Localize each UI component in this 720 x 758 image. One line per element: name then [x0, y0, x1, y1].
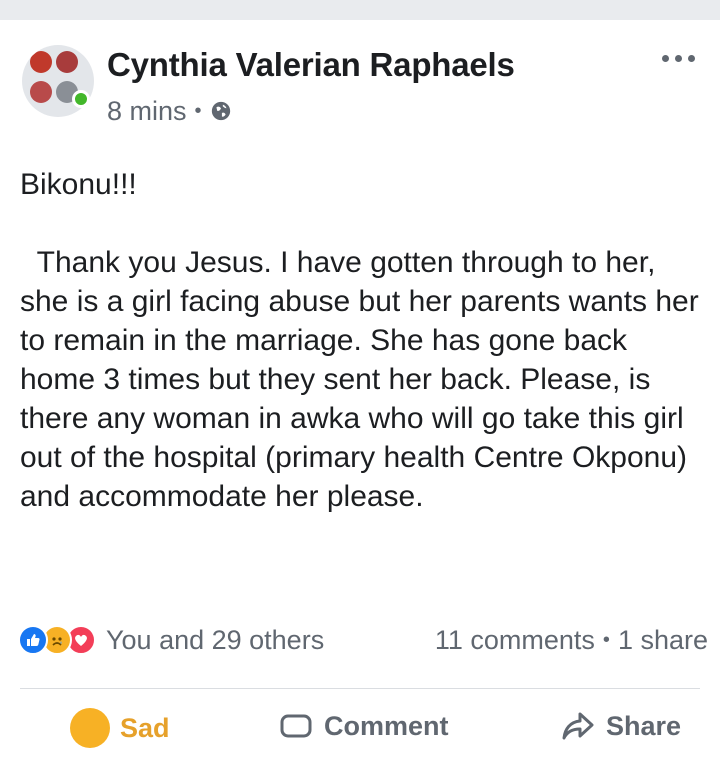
avatar-photo [30, 81, 52, 103]
share-button[interactable]: Share [560, 708, 681, 744]
sad-reaction-button[interactable]: Sad [70, 708, 170, 748]
avatar-photo [56, 51, 78, 73]
share-label: Share [606, 710, 682, 741]
reaction-summary[interactable]: You and 29 others [18, 625, 324, 656]
post-time[interactable]: 8 mins [107, 96, 187, 127]
online-status-icon [72, 90, 90, 108]
sad-face-icon [70, 708, 110, 748]
separator-dot: • [602, 628, 610, 651]
comments-count[interactable]: 11 comments [435, 625, 595, 656]
action-bar: Sad Comment Share [0, 708, 720, 758]
share-icon [562, 712, 594, 740]
top-separator [0, 0, 720, 20]
post-card: Cynthia Valerian Raphaels 8 mins • Bikon… [0, 20, 720, 748]
comment-button[interactable]: Comment [278, 708, 449, 744]
separator-dot: • [194, 99, 202, 122]
globe-icon [211, 101, 230, 121]
like-icon [18, 625, 48, 655]
more-options-icon[interactable] [662, 50, 696, 66]
comment-icon [280, 714, 312, 738]
post-text: Bikonu!!! Thank you Jesus. I have gotten… [20, 168, 699, 513]
shares-count[interactable]: 1 share [618, 625, 708, 656]
engagement-counts: 11 comments • 1 share [435, 625, 708, 656]
comment-label: Comment [324, 710, 449, 741]
avatar-photo [30, 51, 52, 73]
post-meta: 8 mins • [107, 96, 232, 126]
sad-label: Sad [120, 712, 170, 743]
divider [20, 688, 700, 689]
author-name[interactable]: Cynthia Valerian Raphaels [107, 46, 515, 84]
reactions-bar: You and 29 others 11 comments • 1 share [18, 620, 708, 660]
reaction-icons [18, 625, 96, 655]
reaction-count: You and 29 others [106, 624, 325, 655]
